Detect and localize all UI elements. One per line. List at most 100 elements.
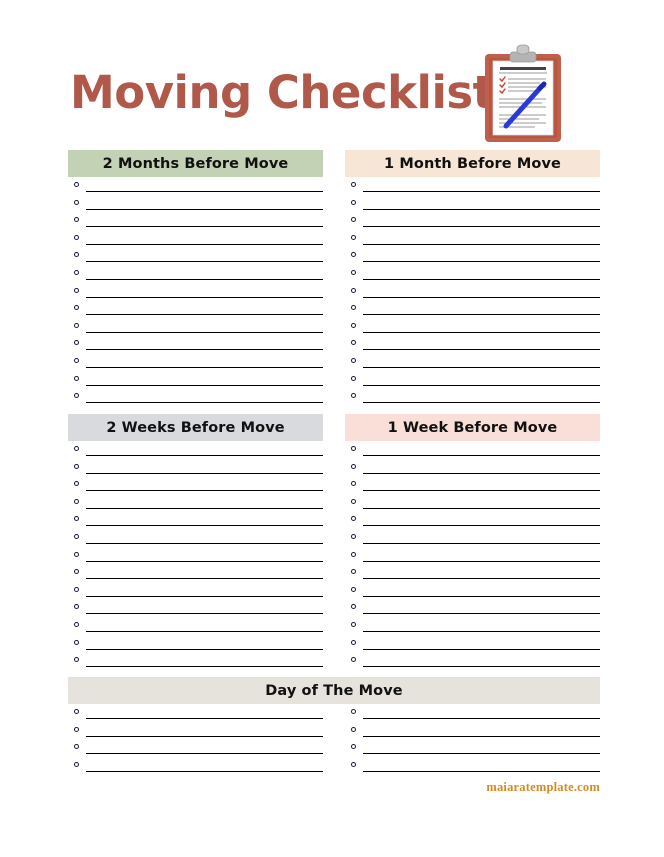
checkbox-circle-icon[interactable]: [74, 463, 79, 469]
checklist-row[interactable]: [345, 532, 600, 550]
checklist-row[interactable]: [345, 250, 600, 268]
write-in-line[interactable]: [86, 243, 323, 245]
checkbox-circle-icon[interactable]: [351, 639, 356, 645]
checklist-row[interactable]: [345, 321, 600, 339]
checklist-row[interactable]: [345, 356, 600, 374]
write-in-line[interactable]: [363, 490, 600, 492]
write-in-line[interactable]: [363, 366, 600, 368]
write-in-line[interactable]: [363, 191, 600, 192]
checkbox-circle-icon[interactable]: [74, 305, 79, 311]
checklist-row[interactable]: [68, 725, 323, 743]
checkbox-circle-icon[interactable]: [351, 709, 356, 714]
checklist-row[interactable]: [345, 233, 600, 251]
checkbox-circle-icon[interactable]: [351, 761, 356, 767]
write-in-line[interactable]: [86, 261, 323, 263]
checkbox-circle-icon[interactable]: [74, 269, 79, 275]
checkbox-circle-icon[interactable]: [74, 340, 79, 346]
checkbox-circle-icon[interactable]: [351, 569, 356, 575]
checkbox-circle-icon[interactable]: [351, 182, 356, 187]
checkbox-circle-icon[interactable]: [351, 744, 356, 750]
checklist-row[interactable]: [345, 655, 600, 673]
checkbox-circle-icon[interactable]: [74, 551, 79, 557]
write-in-line[interactable]: [363, 226, 600, 228]
checklist-row[interactable]: [68, 514, 323, 532]
checkbox-circle-icon[interactable]: [351, 621, 356, 627]
checklist-row[interactable]: [345, 602, 600, 620]
checklist-row[interactable]: [68, 198, 323, 216]
checkbox-circle-icon[interactable]: [351, 199, 356, 205]
checkbox-circle-icon[interactable]: [351, 252, 356, 258]
checklist-row[interactable]: [68, 497, 323, 515]
checklist-row[interactable]: [345, 742, 600, 760]
checklist-row[interactable]: [345, 638, 600, 656]
checklist-row[interactable]: [345, 286, 600, 304]
checkbox-circle-icon[interactable]: [74, 761, 79, 767]
checklist-row[interactable]: [345, 268, 600, 286]
checklist-row[interactable]: [345, 497, 600, 515]
checkbox-circle-icon[interactable]: [74, 182, 79, 187]
checkbox-circle-icon[interactable]: [351, 340, 356, 346]
checklist-row[interactable]: [68, 233, 323, 251]
write-in-line[interactable]: [363, 402, 600, 404]
write-in-line[interactable]: [363, 718, 600, 719]
checkbox-circle-icon[interactable]: [74, 569, 79, 575]
checkbox-circle-icon[interactable]: [74, 252, 79, 258]
write-in-line[interactable]: [363, 243, 600, 245]
checklist-row[interactable]: [68, 321, 323, 339]
write-in-line[interactable]: [86, 648, 323, 650]
checkbox-circle-icon[interactable]: [74, 199, 79, 205]
checkbox-circle-icon[interactable]: [74, 498, 79, 504]
write-in-line[interactable]: [86, 349, 323, 351]
checkbox-circle-icon[interactable]: [351, 604, 356, 610]
write-in-line[interactable]: [363, 595, 600, 597]
write-in-line[interactable]: [363, 278, 600, 280]
checkbox-circle-icon[interactable]: [351, 375, 356, 381]
write-in-line[interactable]: [363, 349, 600, 351]
checkbox-circle-icon[interactable]: [74, 621, 79, 627]
checklist-row[interactable]: [345, 620, 600, 638]
checkbox-circle-icon[interactable]: [74, 744, 79, 750]
checklist-row[interactable]: [345, 462, 600, 480]
checkbox-circle-icon[interactable]: [74, 657, 79, 663]
checkbox-circle-icon[interactable]: [74, 287, 79, 293]
checklist-row[interactable]: [68, 585, 323, 603]
checklist-row[interactable]: [68, 250, 323, 268]
write-in-line[interactable]: [86, 402, 323, 404]
write-in-line[interactable]: [86, 191, 323, 192]
checkbox-circle-icon[interactable]: [351, 533, 356, 539]
checklist-row[interactable]: [345, 198, 600, 216]
checkbox-circle-icon[interactable]: [74, 446, 79, 451]
checkbox-circle-icon[interactable]: [74, 393, 79, 399]
write-in-line[interactable]: [363, 770, 600, 772]
checklist-row[interactable]: [345, 585, 600, 603]
checklist-row[interactable]: [68, 356, 323, 374]
checklist-row[interactable]: [345, 760, 600, 778]
write-in-line[interactable]: [363, 630, 600, 632]
write-in-line[interactable]: [363, 384, 600, 386]
write-in-line[interactable]: [86, 560, 323, 562]
checklist-row[interactable]: [68, 303, 323, 321]
checklist-row[interactable]: [68, 567, 323, 585]
checkbox-circle-icon[interactable]: [74, 322, 79, 328]
write-in-line[interactable]: [363, 261, 600, 263]
write-in-line[interactable]: [363, 560, 600, 562]
checklist-row[interactable]: [345, 550, 600, 568]
checklist-row[interactable]: [68, 742, 323, 760]
checklist-row[interactable]: [68, 268, 323, 286]
write-in-line[interactable]: [363, 578, 600, 580]
checklist-row[interactable]: [68, 760, 323, 778]
checklist-row[interactable]: [68, 638, 323, 656]
write-in-line[interactable]: [363, 472, 600, 474]
write-in-line[interactable]: [86, 718, 323, 719]
checkbox-circle-icon[interactable]: [74, 726, 79, 732]
write-in-line[interactable]: [86, 472, 323, 474]
write-in-line[interactable]: [86, 278, 323, 280]
checkbox-circle-icon[interactable]: [74, 481, 79, 487]
checklist-row[interactable]: [68, 391, 323, 409]
checkbox-circle-icon[interactable]: [74, 604, 79, 610]
checkbox-circle-icon[interactable]: [351, 287, 356, 293]
write-in-line[interactable]: [363, 613, 600, 615]
checklist-row[interactable]: [68, 374, 323, 392]
checklist-row[interactable]: [345, 567, 600, 585]
checklist-row[interactable]: [68, 215, 323, 233]
